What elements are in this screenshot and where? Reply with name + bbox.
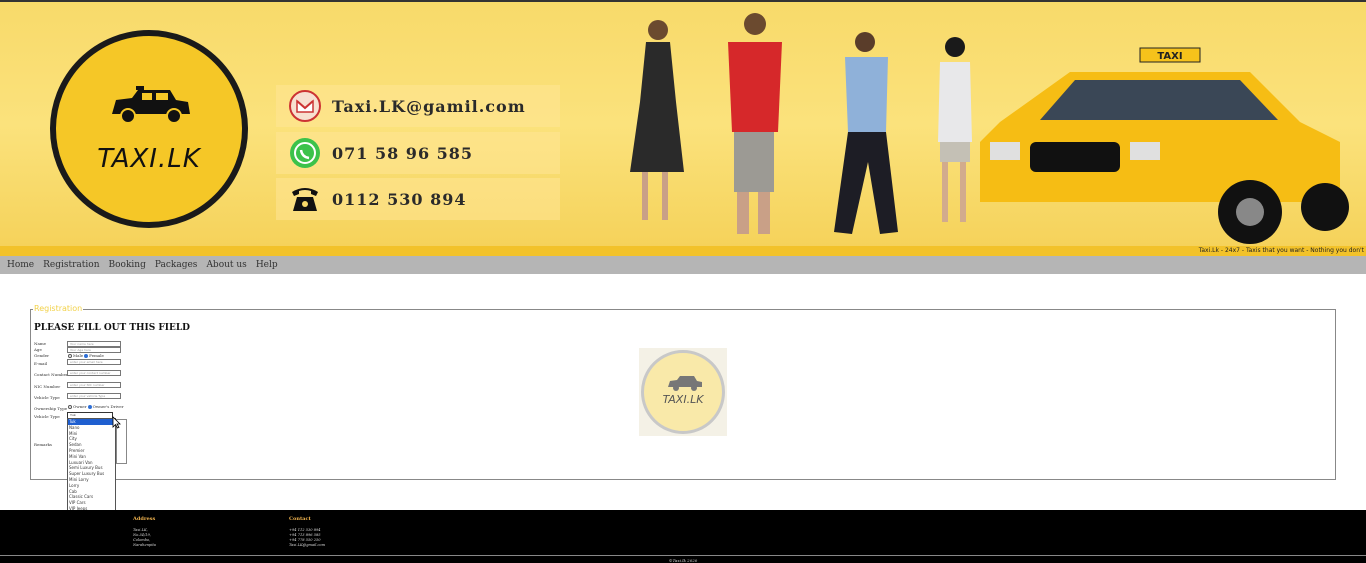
gender-female-radio[interactable]: [84, 353, 89, 358]
vehicle-type-dropdown[interactable]: Tuk Nano Mini City Sedan Premier Mini Va…: [67, 418, 116, 511]
gender-male-radio[interactable]: [68, 353, 72, 358]
nav-help[interactable]: Help: [256, 260, 278, 270]
nav-home[interactable]: Home: [7, 260, 34, 270]
footer-contact-line: +94 112 530 894: [289, 528, 321, 532]
registration-legend: Registration: [33, 304, 84, 313]
label-contact: Contact Number: [34, 372, 68, 377]
footer-address-line: Taxi.LK,: [133, 528, 148, 532]
gender-male-label: Male: [73, 353, 84, 358]
ownership-radio-group: Owner Owner's Driver: [68, 404, 123, 409]
mouse-cursor-icon: [112, 416, 121, 429]
phone-row[interactable]: 0112 530 894: [276, 178, 560, 220]
contact-phone: 0112 530 894: [332, 189, 467, 209]
contact-email: Taxi.LK@gamil.com: [332, 96, 526, 116]
footer-contact-email[interactable]: Taxi.LK@gmail.com: [289, 543, 325, 547]
contact-input[interactable]: enter your contact number: [67, 370, 121, 376]
ownership-driver-label: Owner's Driver: [92, 404, 124, 409]
label-age: Age: [34, 347, 42, 352]
footer-address-line: Colombo,: [133, 538, 151, 542]
footer-address-line: Narahenpita: [133, 543, 156, 547]
label-remarks: Remarks: [34, 442, 52, 447]
center-logo: TAXI.LK: [639, 348, 727, 436]
email-input[interactable]: enter your email here: [67, 359, 121, 365]
nic-input[interactable]: enter your NIC number: [67, 382, 121, 388]
form-title: PLEASE FILL OUT THIS FIELD: [34, 323, 190, 333]
nav-packages[interactable]: Packages: [155, 260, 198, 270]
label-nic: NIC Number: [34, 384, 61, 389]
footer-address-heading: Address: [133, 516, 156, 522]
main-nav: Home Registration Booking Packages About…: [0, 256, 1366, 274]
taxi-logo[interactable]: TAXI.LK: [50, 30, 248, 228]
label-vehicle-type-1: Vehicle Type: [34, 395, 60, 400]
taxi-car-icon: [112, 86, 190, 124]
nav-booking[interactable]: Booking: [109, 260, 146, 270]
nav-registration[interactable]: Registration: [43, 260, 99, 270]
gender-female-label: Female: [89, 353, 104, 358]
footer-address-line: No.34/19,: [133, 533, 151, 537]
logo-text: TAXI.LK: [97, 144, 201, 174]
people-walking-image: [630, 13, 972, 234]
ownership-owner-radio[interactable]: [68, 404, 72, 409]
whatsapp-row[interactable]: 071 58 96 585: [276, 132, 560, 174]
yellow-taxi-image: TAXI: [980, 47, 1349, 244]
nav-about-us[interactable]: About us: [206, 260, 246, 270]
label-gender: Gender: [34, 353, 49, 358]
vehicle-type-input[interactable]: enter your vehicle Type: [67, 393, 121, 399]
tagline-strip: [0, 246, 1366, 256]
label-ownership: Ownership Type: [34, 406, 68, 411]
label-email: E-mail: [34, 361, 48, 366]
tagline: Taxi.Lk - 24x7 - Taxis that you want - N…: [1198, 247, 1364, 254]
whatsapp-icon: [288, 136, 322, 170]
email-row[interactable]: Taxi.LK@gamil.com: [276, 85, 560, 127]
footer-contact-line: +94 778 550 250: [289, 538, 321, 542]
contact-whatsapp: 071 58 96 585: [332, 143, 474, 163]
telephone-icon: [288, 182, 322, 216]
label-name: Name: [34, 341, 47, 346]
footer-contact-heading: Contact: [289, 516, 311, 522]
gmail-icon: [288, 89, 322, 123]
ownership-driver-radio[interactable]: [87, 404, 92, 409]
label-vehicle-type-2: Vehicle Type: [34, 414, 60, 419]
header-banner: TAXI.LK Taxi.LK@gamil.com 071 58 96 585 …: [0, 0, 1366, 248]
gender-radio-group: Male Female: [68, 353, 104, 358]
footer-contact-line: +94 713 896 585: [289, 533, 321, 537]
footer: [0, 510, 1366, 555]
center-logo-text: TAXI.LK: [662, 393, 704, 406]
center-logo-circle: [641, 350, 725, 434]
copyright: ©Taxi.lk 2020: [668, 558, 698, 563]
page: TAXI.LK Taxi.LK@gamil.com 071 58 96 585 …: [0, 0, 1366, 563]
center-logo-car-icon: [668, 376, 702, 391]
ownership-owner-label: Owner: [73, 404, 87, 409]
taxi-roof-sign: TAXI: [1157, 51, 1182, 62]
